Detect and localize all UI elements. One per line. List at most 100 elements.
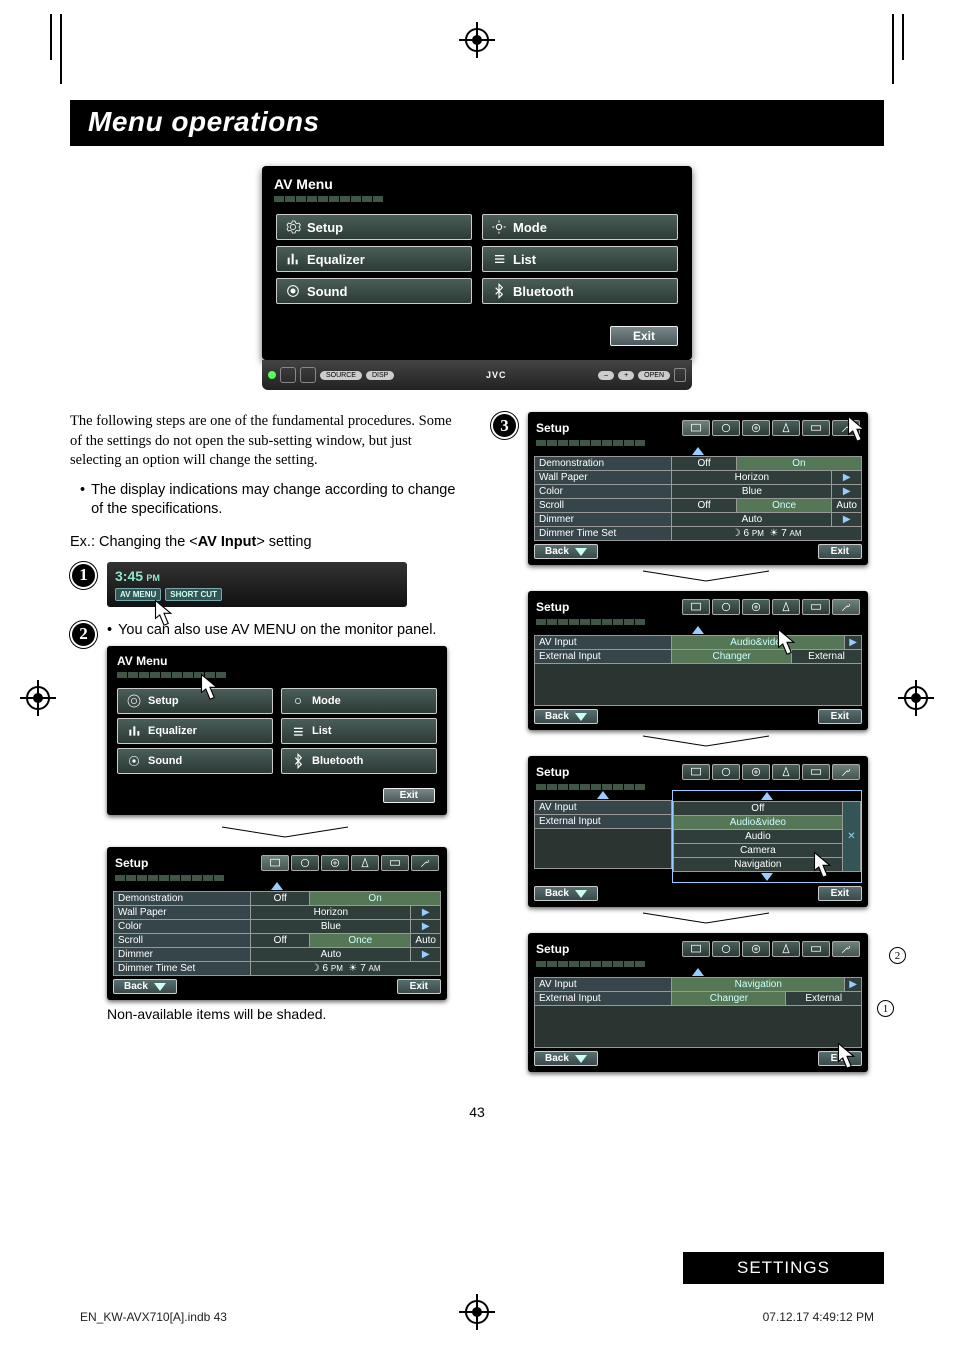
chin-source-button[interactable]: SOURCE bbox=[320, 371, 362, 380]
opt-auto[interactable]: Auto bbox=[411, 934, 441, 948]
menu-item-sound[interactable]: Sound bbox=[117, 748, 273, 774]
tab-input-icon[interactable] bbox=[802, 764, 830, 780]
tab-tuner-icon[interactable] bbox=[772, 764, 800, 780]
tab-wrench-icon[interactable] bbox=[832, 599, 860, 615]
opt-on[interactable]: On bbox=[736, 457, 861, 471]
chevron-right-icon[interactable]: ▶ bbox=[832, 471, 862, 485]
exit-button[interactable]: Exit bbox=[818, 544, 862, 559]
exit-button[interactable]: Exit bbox=[610, 326, 678, 346]
menu-item-setup[interactable]: Setup bbox=[276, 214, 472, 240]
opt-navigation[interactable]: Navigation bbox=[673, 858, 842, 872]
tab-disc-icon[interactable] bbox=[742, 599, 770, 615]
opt-dimmer[interactable]: Auto bbox=[251, 948, 411, 962]
menu-item-equalizer[interactable]: Equalizer bbox=[117, 718, 273, 744]
opt-dts[interactable]: ☽ 6 PM ☀ 7 AM bbox=[672, 527, 862, 541]
av-menu-pill[interactable]: AV MENU bbox=[115, 588, 161, 601]
chevron-right-icon[interactable]: ▶ bbox=[411, 906, 441, 920]
opt-on[interactable]: On bbox=[310, 892, 441, 906]
menu-item-list[interactable]: List bbox=[281, 718, 437, 744]
opt-auto[interactable]: Auto bbox=[832, 499, 862, 513]
close-icon[interactable]: ✕ bbox=[843, 802, 861, 872]
tab-wrench-icon[interactable] bbox=[832, 420, 860, 436]
opt-av[interactable]: Audio&video bbox=[672, 636, 845, 650]
menu-item-sound[interactable]: Sound bbox=[276, 278, 472, 304]
tab-monitor-icon[interactable] bbox=[682, 599, 710, 615]
back-button[interactable]: Back bbox=[113, 979, 177, 994]
chevron-right-icon[interactable]: ▶ bbox=[845, 636, 862, 650]
scroll-up-icon[interactable] bbox=[534, 790, 672, 800]
opt-dts[interactable]: ☽ 6 PM ☀ 7 AM bbox=[251, 962, 441, 976]
tab-tuner-icon[interactable] bbox=[772, 941, 800, 957]
tab-input-icon[interactable] bbox=[802, 941, 830, 957]
opt-off[interactable]: Off bbox=[672, 499, 736, 513]
exit-button[interactable]: Exit bbox=[818, 886, 862, 901]
menu-item-bluetooth[interactable]: Bluetooth bbox=[281, 748, 437, 774]
tab-clock-icon[interactable] bbox=[291, 855, 319, 871]
tab-wrench-icon[interactable] bbox=[411, 855, 439, 871]
opt-audiovideo[interactable]: Audio&video bbox=[673, 816, 842, 830]
back-button[interactable]: Back bbox=[534, 709, 598, 724]
back-button[interactable]: Back bbox=[534, 544, 598, 559]
back-button[interactable]: Back bbox=[534, 886, 598, 901]
exit-button[interactable]: Exit bbox=[397, 979, 441, 994]
tab-clock-icon[interactable] bbox=[712, 420, 740, 436]
menu-item-list[interactable]: List bbox=[482, 246, 678, 272]
scroll-up-icon[interactable] bbox=[534, 625, 862, 635]
tab-clock-icon[interactable] bbox=[712, 764, 740, 780]
chevron-right-icon[interactable]: ▶ bbox=[832, 485, 862, 499]
opt-off[interactable]: Off bbox=[673, 802, 842, 816]
scroll-up-icon[interactable] bbox=[673, 791, 861, 801]
scroll-down-icon[interactable] bbox=[673, 872, 861, 882]
menu-item-setup[interactable]: Setup bbox=[117, 688, 273, 714]
chin-open-button[interactable]: OPEN bbox=[638, 371, 670, 380]
opt-dimmer[interactable]: Auto bbox=[672, 513, 832, 527]
shortcut-pill[interactable]: SHORT CUT bbox=[165, 588, 222, 601]
tab-tuner-icon[interactable] bbox=[772, 420, 800, 436]
opt-color[interactable]: Blue bbox=[251, 920, 411, 934]
opt-color[interactable]: Blue bbox=[672, 485, 832, 499]
scroll-up-icon[interactable] bbox=[534, 967, 862, 977]
scroll-up-icon[interactable] bbox=[534, 446, 862, 456]
tab-tuner-icon[interactable] bbox=[351, 855, 379, 871]
scroll-up-icon[interactable] bbox=[113, 881, 441, 891]
tab-clock-icon[interactable] bbox=[712, 941, 740, 957]
chin-disp-button[interactable]: DISP bbox=[366, 371, 394, 380]
tab-monitor-icon[interactable] bbox=[261, 855, 289, 871]
chevron-right-icon[interactable]: ▶ bbox=[832, 513, 862, 527]
menu-item-equalizer[interactable]: Equalizer bbox=[276, 246, 472, 272]
exit-button[interactable]: Exit bbox=[818, 709, 862, 724]
exit-button[interactable]: Exit bbox=[383, 788, 435, 803]
tab-monitor-icon[interactable] bbox=[682, 764, 710, 780]
tab-wrench-icon[interactable] bbox=[832, 941, 860, 957]
tab-wrench-icon[interactable] bbox=[832, 764, 860, 780]
opt-changer[interactable]: Changer bbox=[672, 992, 786, 1006]
tab-input-icon[interactable] bbox=[802, 420, 830, 436]
opt-off[interactable]: Off bbox=[251, 934, 310, 948]
opt-changer[interactable]: Changer bbox=[672, 650, 792, 664]
tab-monitor-icon[interactable] bbox=[682, 420, 710, 436]
chevron-right-icon[interactable]: ▶ bbox=[411, 948, 441, 962]
opt-external[interactable]: External bbox=[786, 992, 862, 1006]
tab-monitor-icon[interactable] bbox=[682, 941, 710, 957]
tab-input-icon[interactable] bbox=[802, 599, 830, 615]
tab-disc-icon[interactable] bbox=[742, 764, 770, 780]
opt-wall[interactable]: Horizon bbox=[251, 906, 411, 920]
tab-clock-icon[interactable] bbox=[712, 599, 740, 615]
opt-audio[interactable]: Audio bbox=[673, 830, 842, 844]
tab-tuner-icon[interactable] bbox=[772, 599, 800, 615]
back-button[interactable]: Back bbox=[534, 1051, 598, 1066]
opt-once[interactable]: Once bbox=[310, 934, 411, 948]
opt-wall[interactable]: Horizon bbox=[672, 471, 832, 485]
opt-off[interactable]: Off bbox=[251, 892, 310, 906]
opt-camera[interactable]: Camera bbox=[673, 844, 842, 858]
opt-once[interactable]: Once bbox=[736, 499, 832, 513]
opt-off[interactable]: Off bbox=[672, 457, 736, 471]
chevron-right-icon[interactable]: ▶ bbox=[411, 920, 441, 934]
menu-item-mode[interactable]: Mode bbox=[482, 214, 678, 240]
tab-disc-icon[interactable] bbox=[742, 420, 770, 436]
chin-plus-button[interactable]: + bbox=[618, 371, 634, 380]
chin-minus-button[interactable]: – bbox=[598, 371, 614, 380]
tab-disc-icon[interactable] bbox=[321, 855, 349, 871]
exit-button[interactable]: Exit bbox=[818, 1051, 862, 1066]
opt-navigation[interactable]: Navigation bbox=[672, 978, 845, 992]
